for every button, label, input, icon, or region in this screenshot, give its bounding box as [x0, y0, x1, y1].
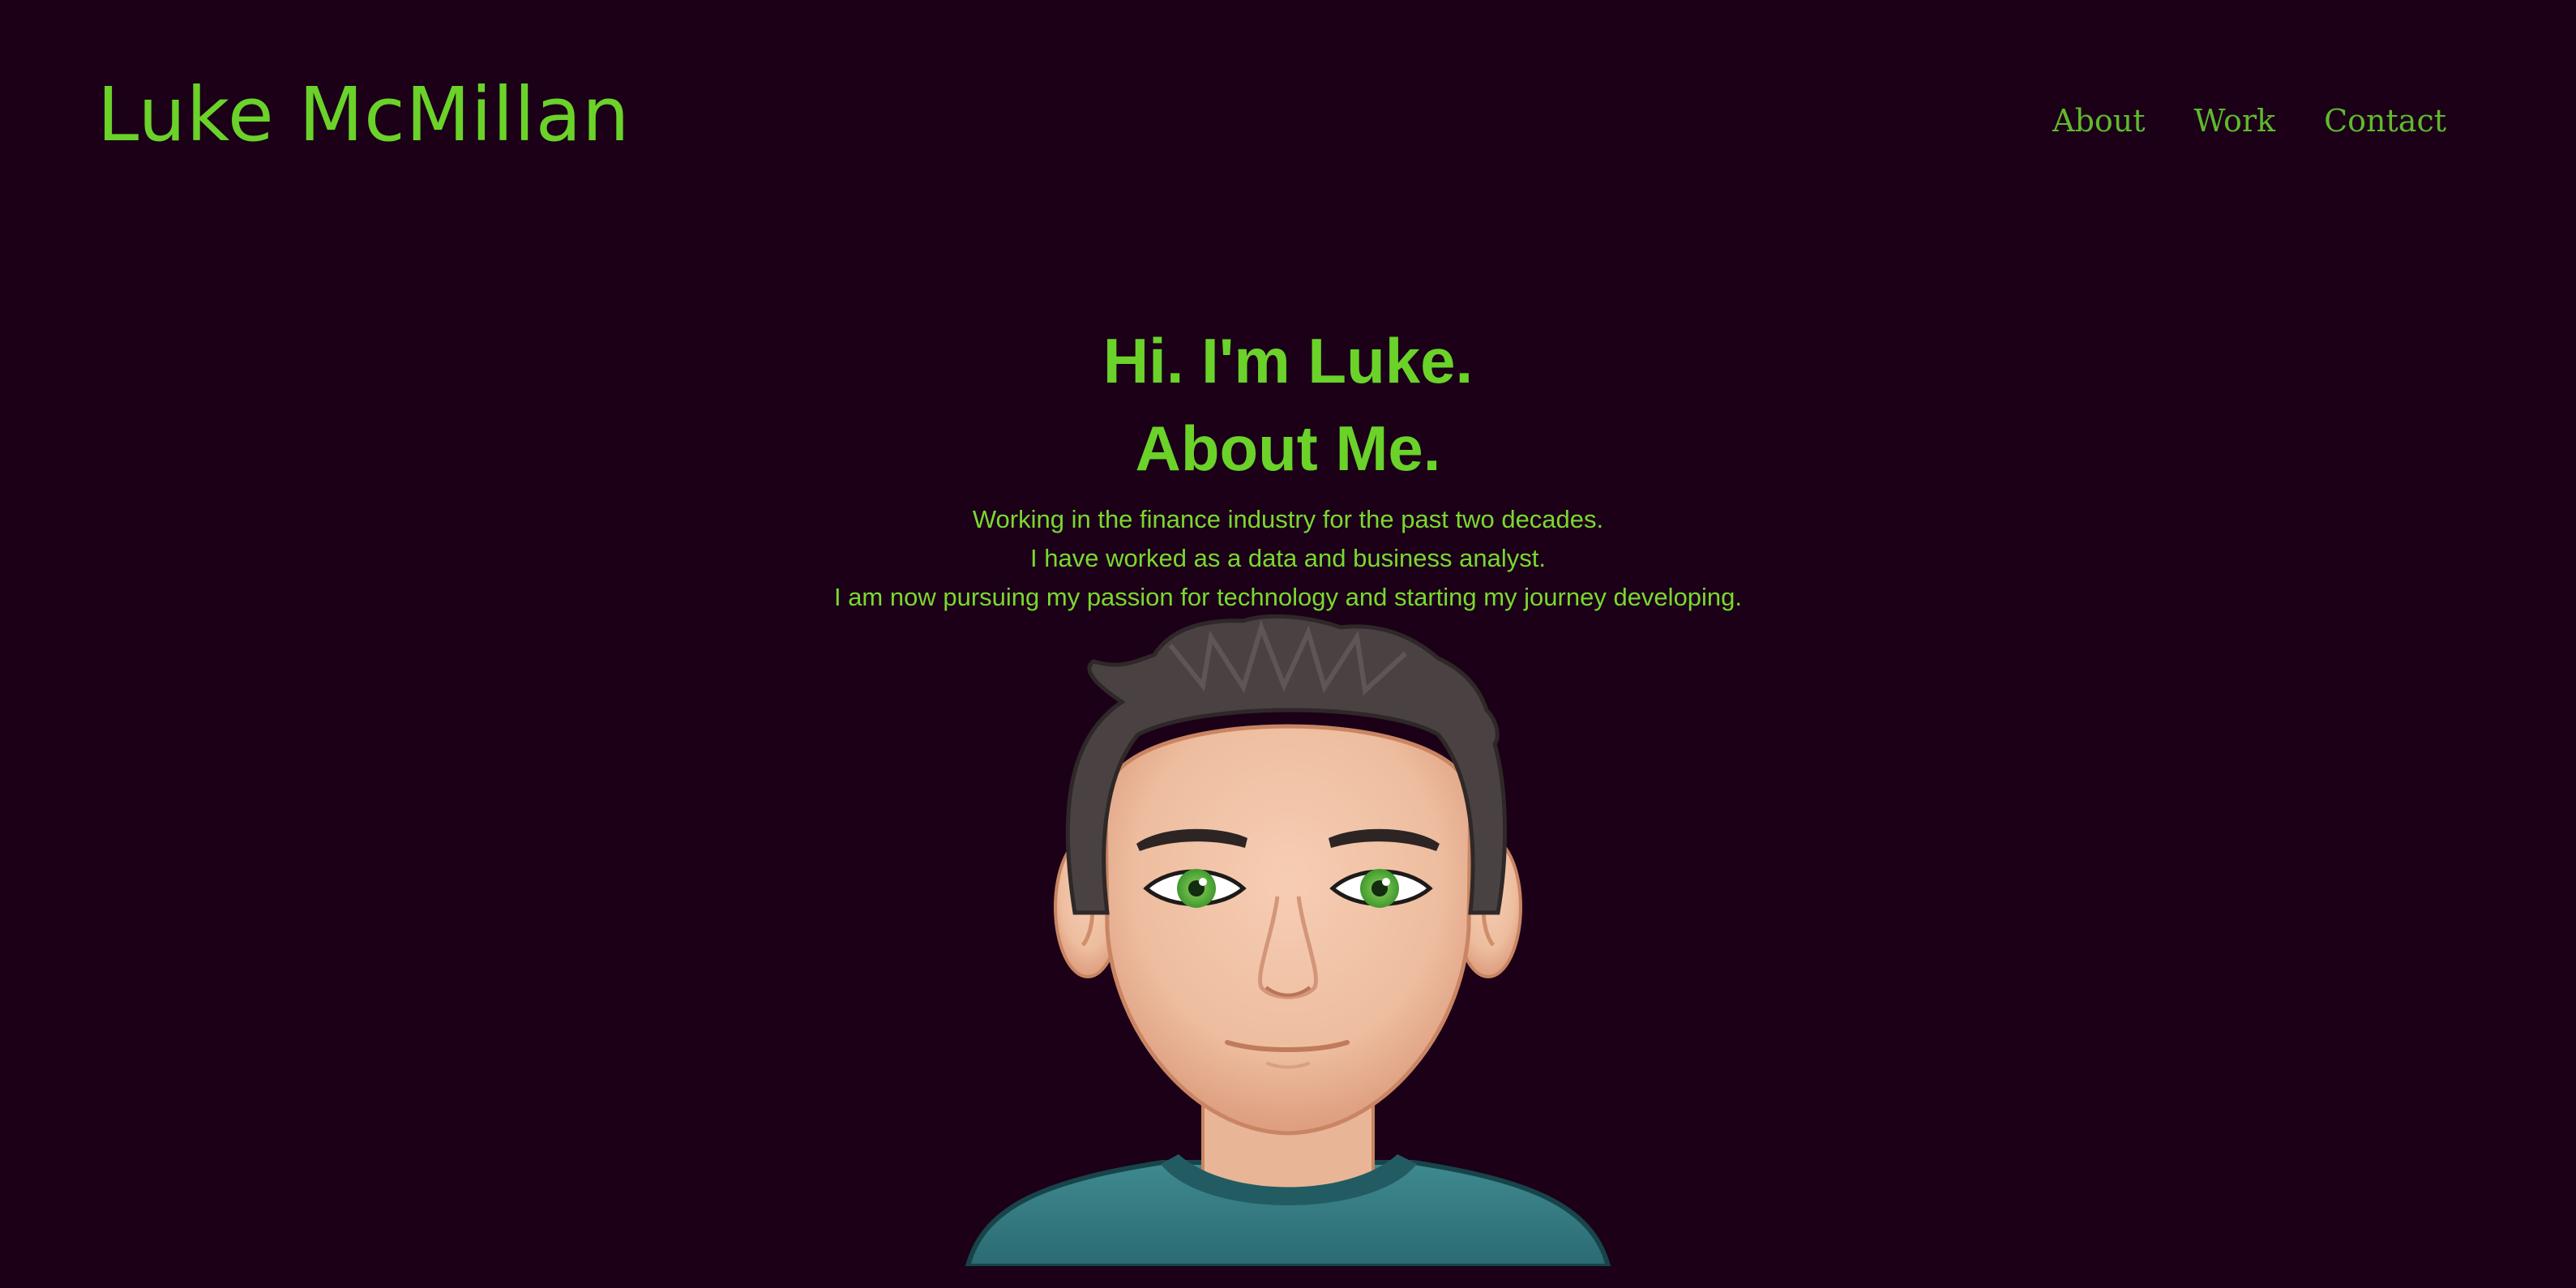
site-brand[interactable]: Luke McMillan [97, 70, 631, 160]
main-nav: About Work Contact [2052, 101, 2446, 141]
hero-text: Hi. I'm Luke. About Me. Working in the f… [0, 320, 2576, 617]
about-heading: About Me. [1135, 413, 1441, 484]
nav-contact-link[interactable]: Contact [2324, 101, 2446, 141]
hero-greeting: Hi. I'm Luke. [1102, 325, 1474, 396]
nav-about-link[interactable]: About [2052, 101, 2145, 141]
bio-line: I am now pursuing my passion for technol… [833, 583, 1743, 611]
memoji-avatar-icon [960, 613, 1616, 1269]
bio-text: Working in the finance industry for the … [0, 500, 2576, 617]
nav-work-link[interactable]: Work [2194, 101, 2276, 141]
bio-line: I have worked as a data and business ana… [1030, 544, 1546, 572]
bio-line: Working in the finance industry for the … [972, 505, 1604, 533]
